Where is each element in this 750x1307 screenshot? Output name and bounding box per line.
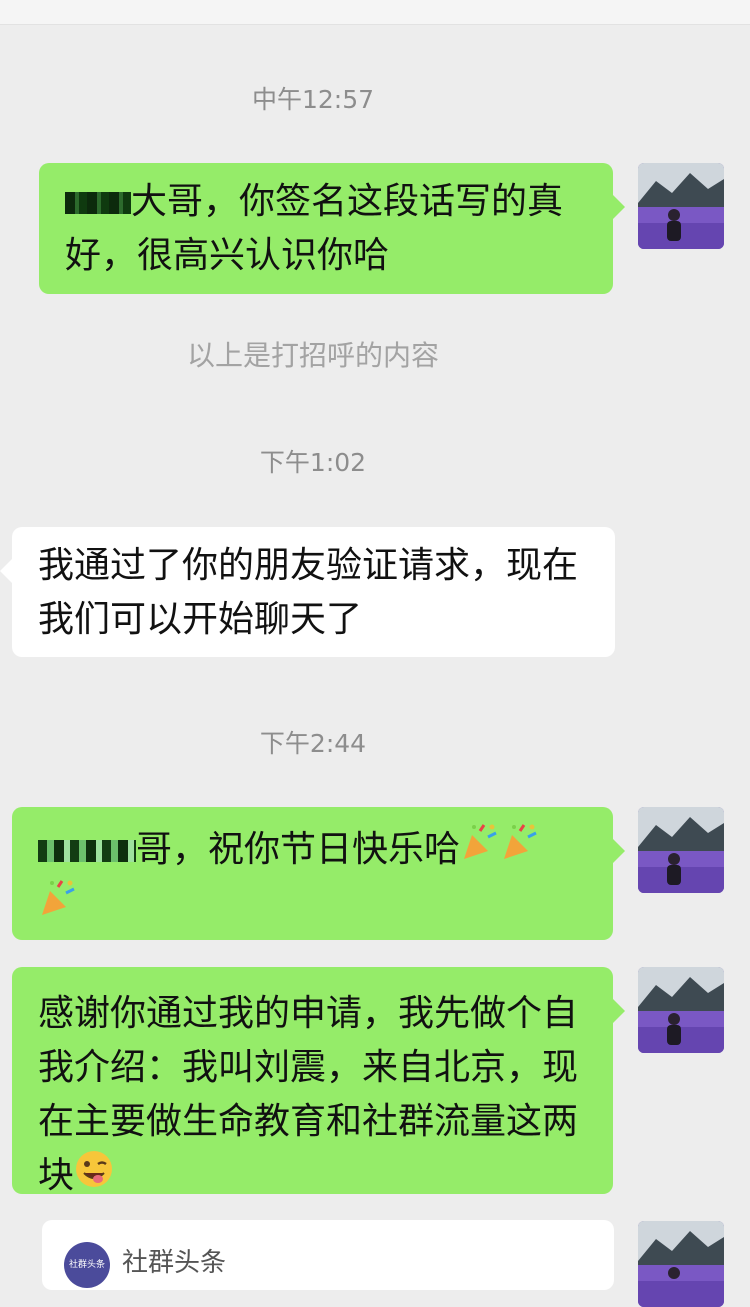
message-line: 大哥，你签名这段话写的真 bbox=[65, 175, 587, 229]
party-popper-icon bbox=[500, 823, 540, 879]
timestamp: 下午2:44 bbox=[259, 729, 367, 758]
message-line: 哥，祝你节日快乐哈 bbox=[38, 823, 587, 879]
redacted-name bbox=[38, 840, 136, 862]
shared-card[interactable]: 社群头条 社群头条 bbox=[42, 1220, 614, 1290]
message-line: 块 bbox=[38, 1149, 587, 1205]
avatar[interactable] bbox=[638, 967, 724, 1053]
party-popper-icon bbox=[38, 879, 78, 935]
avatar[interactable] bbox=[638, 807, 724, 893]
message-line bbox=[38, 879, 587, 935]
message-bubble-sent[interactable]: 感谢你通过我的申请，我先做个自 我介绍：我叫刘震，来自北京，现 在主要做生命教育… bbox=[12, 967, 625, 1196]
message-line: 我们可以开始聊天了 bbox=[38, 599, 363, 640]
message-bubble-received[interactable]: 我通过了你的朋友验证请求，现在 我们可以开始聊天了 bbox=[0, 527, 615, 657]
avatar[interactable] bbox=[638, 163, 724, 249]
message-line: 感谢你通过我的申请，我先做个自 bbox=[38, 993, 579, 1034]
message-line: 好，很高兴认识你哈 bbox=[65, 235, 390, 276]
timestamp: 下午1:02 bbox=[259, 448, 367, 477]
message-line: 我介绍：我叫刘震，来自北京，现 bbox=[38, 1047, 579, 1088]
winking-tongue-face-icon bbox=[74, 1149, 114, 1205]
redacted-name bbox=[65, 192, 131, 214]
timestamp: 中午12:57 bbox=[251, 85, 375, 114]
message-line: 在主要做生命教育和社群流量这两 bbox=[38, 1101, 579, 1142]
card-name: 社群头条 bbox=[122, 1248, 227, 1278]
card-logo: 社群头条 bbox=[64, 1242, 110, 1288]
message-bubble-sent[interactable]: 哥，祝你节日快乐哈 bbox=[12, 807, 625, 940]
message-bubble-sent[interactable]: 大哥，你签名这段话写的真 好，很高兴认识你哈 bbox=[39, 163, 625, 294]
system-notice: 以上是打招呼的内容 bbox=[186, 339, 439, 372]
status-bar bbox=[0, 0, 750, 25]
party-popper-icon bbox=[460, 823, 500, 879]
message-line: 我通过了你的朋友验证请求，现在 bbox=[38, 545, 579, 586]
avatar[interactable] bbox=[638, 1221, 724, 1307]
